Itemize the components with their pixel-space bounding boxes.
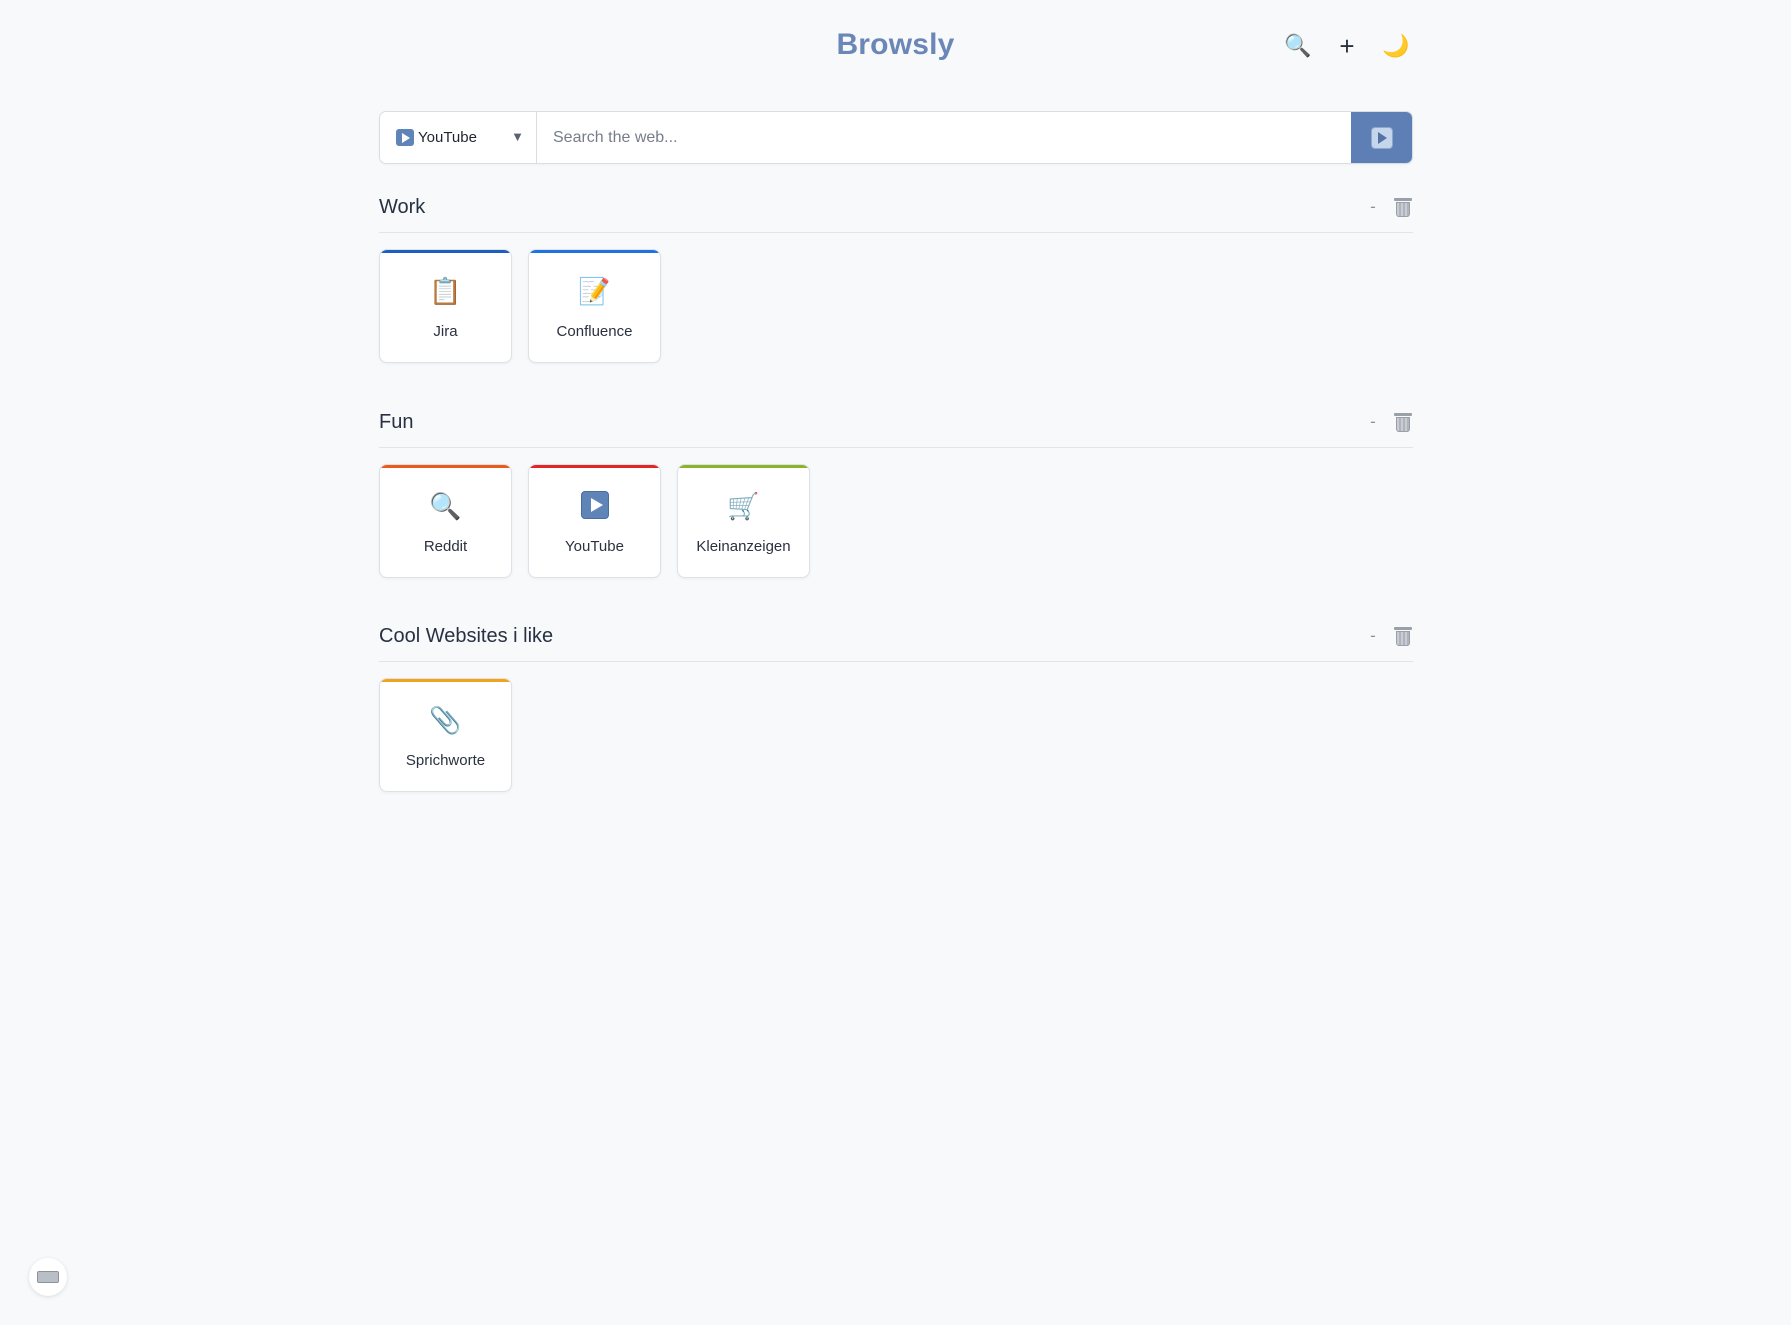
search-submit-button[interactable]: [1351, 112, 1412, 163]
clipboard-icon: 📋: [429, 276, 462, 306]
tile-accent: [380, 465, 511, 468]
magnifier-icon: 🔍: [1284, 33, 1312, 58]
section-header: Cool Websites i like -: [379, 625, 1413, 662]
search-toggle-button[interactable]: 🔍: [1282, 30, 1314, 62]
section-title: Cool Websites i like: [379, 625, 554, 647]
tile-grid: 📋 Jira 📝 Confluence: [379, 249, 1413, 363]
chevron-down-icon: ▼: [511, 129, 524, 144]
tile-label: Reddit: [423, 538, 468, 555]
section-actions: -: [1367, 625, 1413, 647]
section-title: Work: [379, 196, 426, 218]
tile-grid: 📎 Sprichworte: [379, 678, 1413, 792]
trash-icon[interactable]: [1393, 625, 1413, 647]
moon-icon: 🌙: [1382, 33, 1410, 58]
section-cool-websites: Cool Websites i like - 📎 Sprichworte: [379, 625, 1413, 792]
tile-label: Kleinanzeigen: [696, 538, 791, 555]
youtube-play-icon: [529, 491, 660, 521]
magnifier-icon: 🔍: [429, 491, 462, 521]
app-title: Browsly: [836, 28, 955, 61]
section-fun: Fun - 🔍 Reddit YouTube 🛒 Kleinanzeigen: [379, 411, 1413, 578]
paperclip-icon: 📎: [429, 705, 462, 735]
shopping-cart-icon: 🛒: [727, 491, 760, 521]
tile-reddit[interactable]: 🔍 Reddit: [379, 464, 512, 578]
section-work: Work - 📋 Jira 📝 Confluence: [379, 196, 1413, 363]
tile-label: Sprichworte: [405, 752, 486, 769]
collapse-button[interactable]: -: [1367, 412, 1379, 432]
youtube-play-icon: [1370, 126, 1393, 149]
memo-icon: 📝: [578, 276, 611, 306]
section-title: Fun: [379, 411, 414, 433]
plus-icon: +: [1339, 30, 1355, 61]
tile-accent: [529, 465, 660, 468]
tile-kleinanzeigen[interactable]: 🛒 Kleinanzeigen: [677, 464, 810, 578]
tile-label: Confluence: [556, 323, 633, 340]
section-actions: -: [1367, 196, 1413, 218]
tile-label: Jira: [433, 323, 458, 340]
tile-accent: [380, 250, 511, 253]
app-header: Browsly 🔍 + 🌙: [0, 0, 1791, 100]
section-header: Work -: [379, 196, 1413, 233]
search-engine-label: YouTube: [418, 129, 477, 146]
keyboard-shortcuts-button[interactable]: [29, 1258, 67, 1296]
tile-youtube[interactable]: YouTube: [528, 464, 661, 578]
search-engine-select[interactable]: YouTube ▼: [380, 112, 537, 163]
tile-confluence[interactable]: 📝 Confluence: [528, 249, 661, 363]
tile-accent: [678, 465, 809, 468]
trash-icon[interactable]: [1393, 196, 1413, 218]
youtube-play-icon: [396, 129, 414, 146]
section-header: Fun -: [379, 411, 1413, 448]
search-bar: YouTube ▼: [379, 111, 1413, 164]
collapse-button[interactable]: -: [1367, 197, 1379, 217]
tile-jira[interactable]: 📋 Jira: [379, 249, 512, 363]
add-button[interactable]: +: [1331, 30, 1363, 62]
collapse-button[interactable]: -: [1367, 626, 1379, 646]
tile-grid: 🔍 Reddit YouTube 🛒 Kleinanzeigen: [379, 464, 1413, 578]
tile-accent: [529, 250, 660, 253]
tile-sprichworte[interactable]: 📎 Sprichworte: [379, 678, 512, 792]
header-actions: 🔍 + 🌙: [1282, 30, 1412, 62]
search-input[interactable]: [537, 112, 1351, 163]
section-actions: -: [1367, 411, 1413, 433]
tile-accent: [380, 679, 511, 682]
tile-label: YouTube: [565, 538, 624, 555]
keyboard-icon: [37, 1271, 59, 1283]
trash-icon[interactable]: [1393, 411, 1413, 433]
theme-toggle-button[interactable]: 🌙: [1380, 30, 1412, 62]
